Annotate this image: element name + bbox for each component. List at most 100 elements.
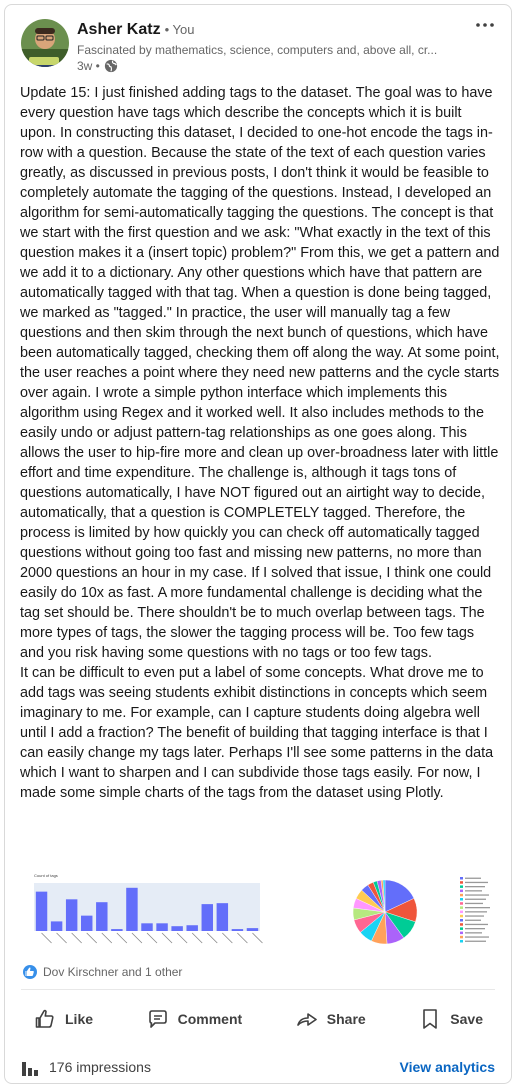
x-tick-label-mark (191, 932, 203, 944)
x-tick-label-mark (86, 932, 98, 944)
legend-label-mark (465, 890, 482, 892)
x-tick-label-mark (131, 932, 143, 944)
like-button[interactable]: Like (21, 995, 105, 1043)
comment-label: Comment (177, 1011, 243, 1027)
legend-swatch (460, 898, 463, 901)
bar-mark (111, 929, 123, 931)
legend-label-mark (465, 907, 490, 909)
pie-chart (352, 879, 418, 945)
reactions-summary[interactable]: Dov Kirschner and 1 other (23, 965, 182, 979)
legend-swatch (460, 931, 463, 935)
x-tick-label-mark (206, 932, 218, 944)
legend-label-mark (465, 881, 488, 884)
like-reaction-icon (23, 965, 37, 979)
legend-swatch (460, 877, 463, 880)
bar-mark (126, 887, 138, 931)
chart-images[interactable]: Count of tags (20, 869, 500, 953)
share-label: Share (326, 1011, 366, 1027)
bar-mark (35, 891, 48, 931)
bar-chart-icon (22, 1062, 38, 1076)
pie-legend (460, 875, 500, 945)
x-tick-label-mark (71, 932, 82, 944)
x-tick-label-mark (176, 932, 188, 944)
author-headline: Fascinated by mathematics, science, comp… (77, 43, 438, 57)
legend-label-mark (465, 911, 487, 913)
legend-label-mark (465, 877, 481, 879)
impressions-text: 176 impressions (49, 1059, 151, 1075)
bar-mark (81, 915, 93, 931)
reactions-text[interactable]: Dov Kirschner and 1 other (43, 965, 182, 979)
author-name-text[interactable]: Asher Katz (77, 21, 161, 38)
share-button[interactable]: Share (283, 995, 378, 1043)
thumbs-up-icon (35, 1009, 54, 1028)
legend-label-mark (465, 923, 488, 926)
bar-chart-title: Count of tags (34, 873, 58, 878)
author-avatar[interactable] (21, 19, 69, 67)
x-tick-label-mark (222, 932, 233, 944)
reactions-divider (21, 989, 495, 990)
bookmark-icon (423, 1009, 438, 1029)
legend-swatch (460, 889, 463, 893)
save-button[interactable]: Save (406, 995, 495, 1043)
globe-icon (104, 59, 117, 73)
x-tick-label-mark (237, 932, 248, 944)
bar-mark (141, 923, 153, 931)
bar-mark (96, 902, 108, 931)
bar-chart: Count of tags (34, 873, 263, 944)
bar-mark (216, 903, 229, 931)
legend-label-mark (465, 928, 485, 930)
ellipsis-icon (476, 23, 494, 27)
post-time-row: 3w • (77, 59, 118, 73)
legend-swatch (460, 923, 463, 926)
legend-label-mark (465, 940, 486, 942)
like-label: Like (65, 1011, 94, 1027)
post-paragraph-1: Update 15: I just finished adding tags t… (20, 85, 500, 661)
legend-label-mark (465, 936, 489, 938)
legend-label-mark (465, 898, 486, 900)
legend-swatch (460, 881, 463, 884)
legend-swatch (460, 893, 463, 897)
comment-button[interactable]: Comment (134, 995, 255, 1043)
legend-label-mark (465, 894, 489, 896)
save-label: Save (450, 1011, 483, 1027)
legend-label-mark (465, 915, 484, 917)
post-footer: 176 impressions View analytics (21, 1053, 495, 1081)
legend-label-mark (465, 902, 483, 905)
x-tick-label-mark (41, 932, 52, 944)
bar-chart-image[interactable]: Count of tags (20, 869, 265, 953)
post-body: Update 15: I just finished adding tags t… (20, 83, 500, 803)
more-options-button[interactable] (471, 17, 499, 39)
impressions[interactable]: 176 impressions (21, 1058, 151, 1076)
legend-swatch (460, 910, 463, 914)
legend-swatch (460, 902, 463, 905)
bar-mark (50, 921, 63, 931)
legend-swatch (460, 940, 463, 943)
post-paragraph-2: It can be difficult to even put a label … (20, 665, 494, 801)
legend-swatch (460, 906, 463, 909)
x-tick-label-mark (56, 932, 67, 944)
x-tick-label-mark (101, 932, 113, 944)
share-arrow-icon (296, 1013, 317, 1026)
bar-mark (171, 926, 183, 931)
legend-swatch (460, 914, 463, 918)
legend-label-mark (465, 919, 481, 921)
comment-icon (148, 1010, 167, 1028)
author-name[interactable]: Asher Katz • You (77, 21, 194, 39)
bar-mark (246, 928, 259, 931)
pie-chart-image[interactable] (350, 877, 430, 947)
bar-mark (186, 925, 198, 931)
view-analytics-link[interactable]: View analytics (400, 1059, 495, 1075)
legend-label-mark (465, 886, 485, 888)
x-tick-label-mark (116, 932, 128, 944)
bar-mark (231, 929, 244, 931)
pie-legend-graphic (460, 877, 490, 943)
x-tick-label-mark (252, 932, 263, 944)
post-time: 3w • (77, 59, 100, 73)
bar-mark (65, 899, 78, 931)
post-card: Asher Katz • You Fascinated by mathematic… (4, 4, 512, 1084)
legend-swatch (460, 919, 463, 922)
x-tick-label-mark (161, 932, 173, 944)
pie-slices (352, 879, 418, 945)
action-bar: Like Comment Share Save (21, 995, 495, 1043)
bar-mark (201, 904, 213, 931)
